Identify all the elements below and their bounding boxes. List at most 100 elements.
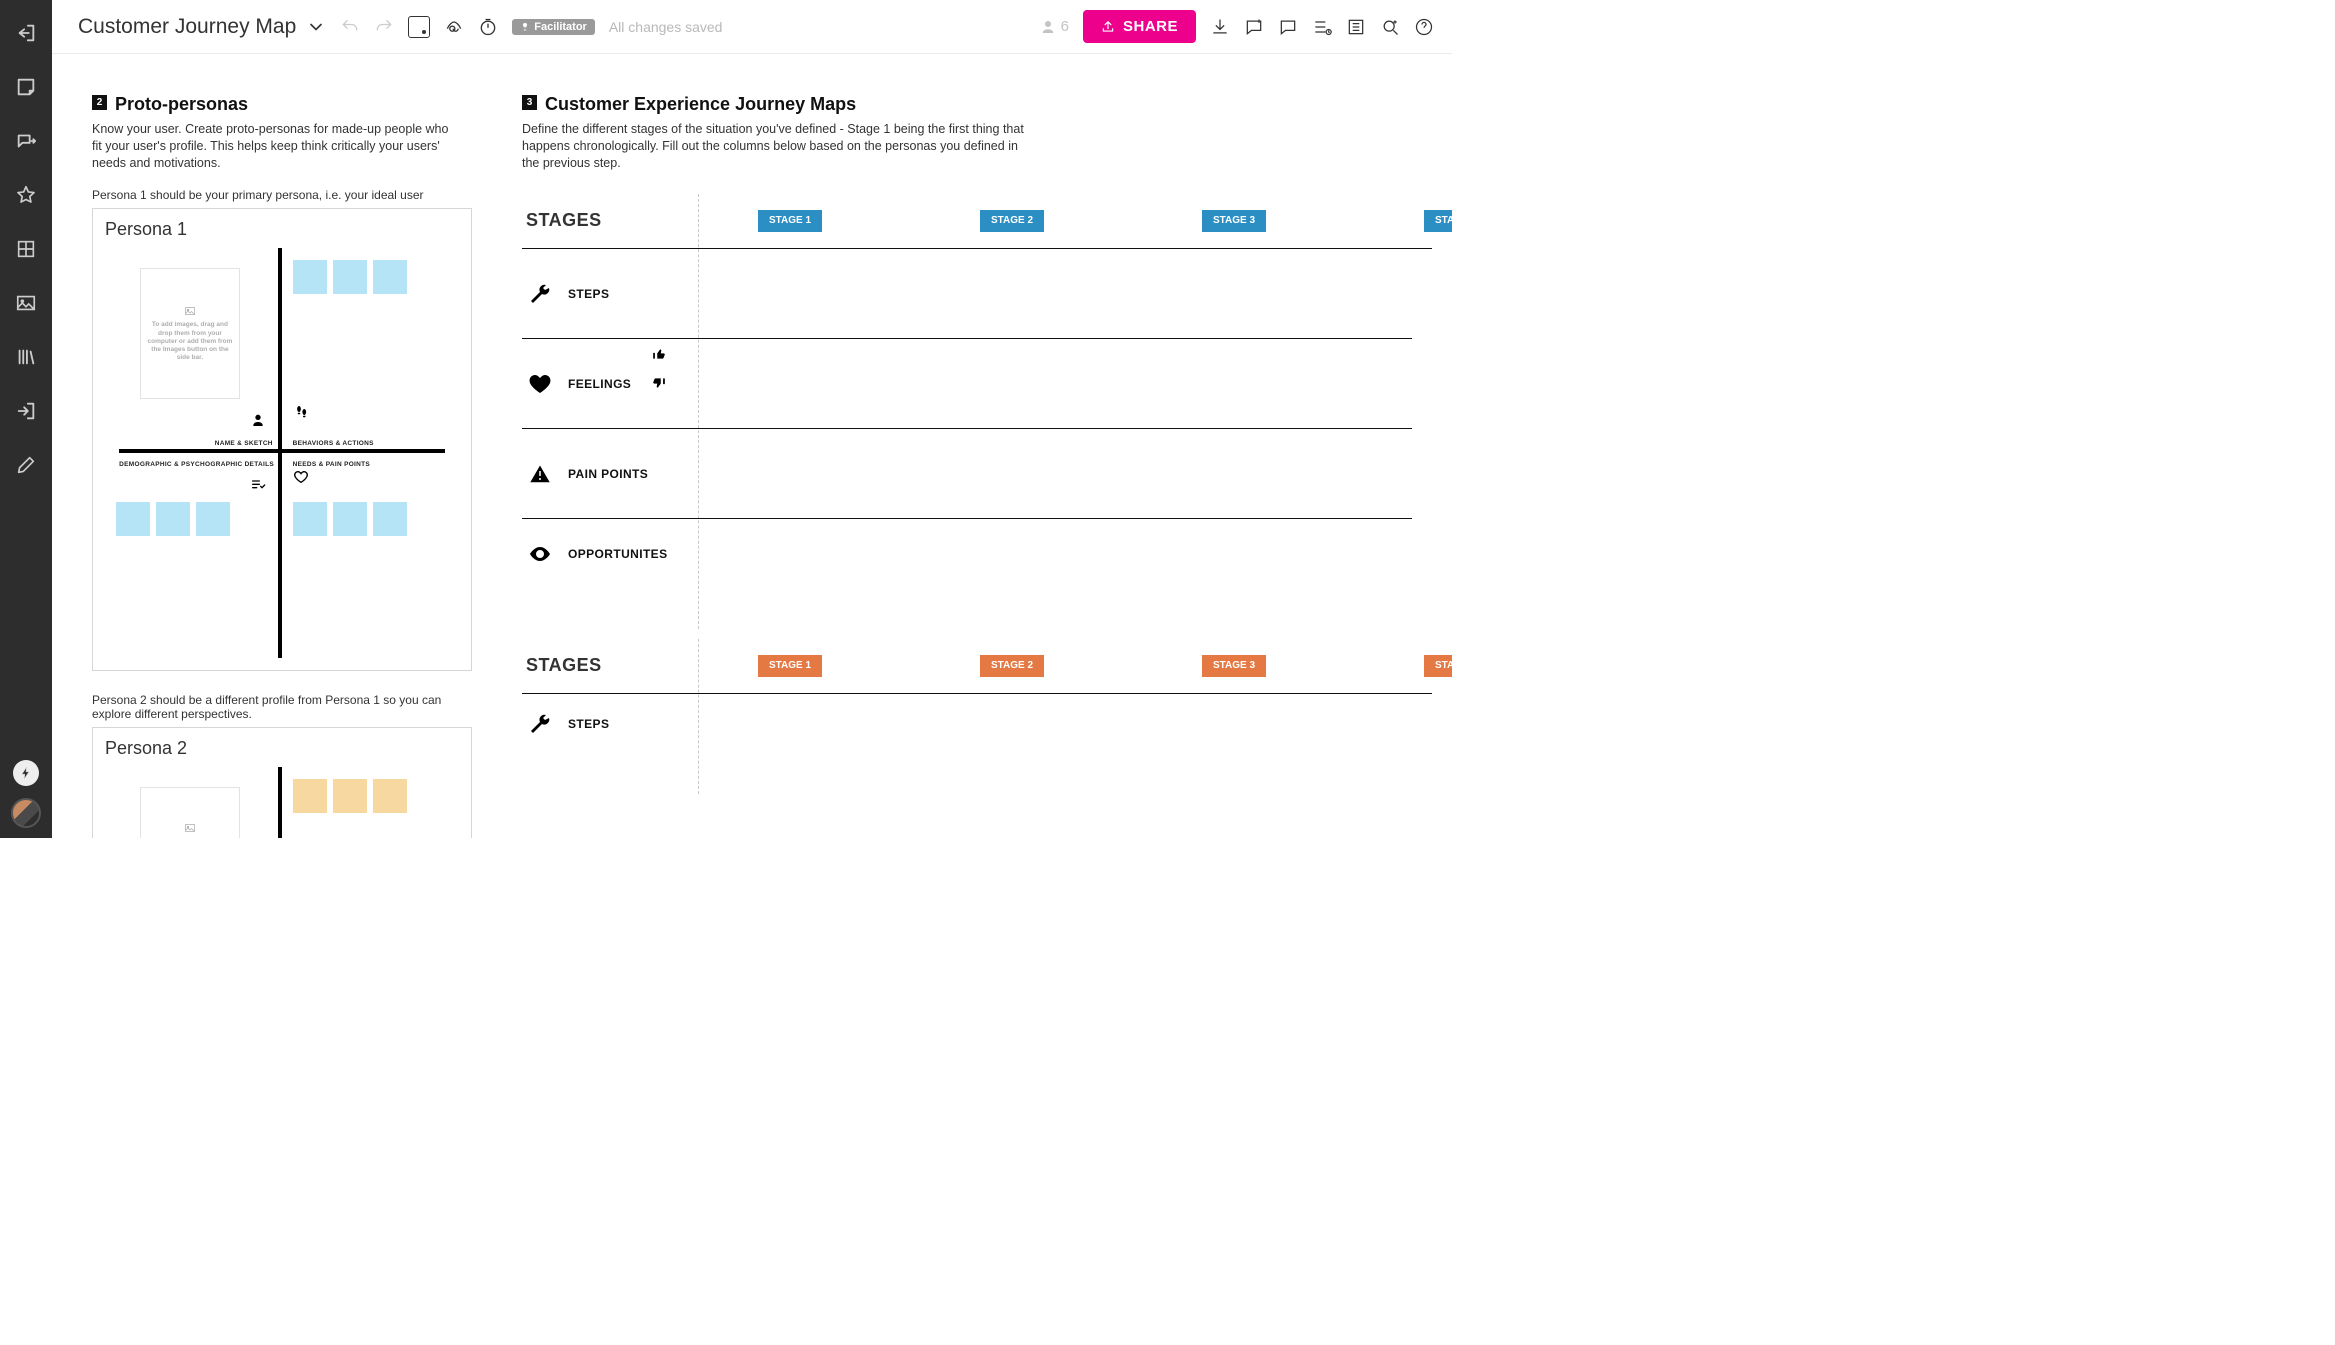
eye-icon — [526, 540, 554, 568]
sticky-note[interactable] — [373, 260, 407, 294]
image-drop-text: To add images, drag and drop them from y… — [147, 321, 232, 362]
facilitator-badge-label: Facilitator — [534, 21, 587, 33]
square-dot-icon[interactable] — [408, 16, 430, 38]
section-desc-personas: Know your user. Create proto-personas fo… — [92, 121, 452, 172]
section-desc-journey: Define the different stages of the situa… — [522, 121, 1032, 172]
journey-section: 3 Customer Experience Journey Maps Defin… — [522, 94, 1452, 838]
image-drop-zone[interactable]: To add images, drag and drop them from y… — [140, 268, 239, 399]
pain-points-label: PAIN POINTS — [568, 467, 648, 481]
canvas[interactable]: 2 Proto-personas Know your user. Create … — [52, 54, 1452, 838]
quad-label-needs: NEEDS & PAIN POINTS — [293, 461, 370, 468]
person-icon — [250, 412, 268, 430]
stage-chip[interactable]: STAGE 2 — [980, 210, 1044, 232]
undo-icon[interactable] — [340, 17, 360, 37]
journey-map-2: STAGES STAGE 1 STAGE 2 STAGE 3 STAGE 4 S… — [522, 639, 1452, 754]
outline-icon[interactable] — [1346, 17, 1366, 37]
activity-icon[interactable] — [1312, 17, 1332, 37]
share-button[interactable]: SHARE — [1083, 10, 1196, 43]
help-icon[interactable] — [1414, 17, 1434, 37]
section-title-journey: 3 Customer Experience Journey Maps — [522, 94, 1452, 115]
stages-row: STAGES STAGE 1 STAGE 2 STAGE 3 STAGE 4 — [522, 194, 1452, 248]
persona1-grid: To add images, drag and drop them from y… — [105, 248, 459, 658]
section-number: 3 — [522, 95, 537, 110]
import-icon[interactable] — [11, 396, 41, 426]
image-icon[interactable] — [11, 288, 41, 318]
library-icon[interactable] — [11, 342, 41, 372]
persona2-hint: Persona 2 should be a different profile … — [92, 693, 472, 721]
user-avatar[interactable] — [11, 798, 41, 828]
facilitator-badge[interactable]: Facilitator — [512, 19, 595, 35]
sticky-note[interactable] — [333, 502, 367, 536]
pain-points-row: PAIN POINTS — [522, 429, 1452, 519]
wrench-icon — [526, 710, 554, 738]
participant-count[interactable]: 6 — [1039, 18, 1069, 36]
stage-chip[interactable]: STAGE 4 — [1424, 210, 1452, 232]
sticky-note[interactable] — [333, 779, 367, 813]
steps-row: STEPS — [522, 694, 1452, 754]
private-mode-icon[interactable] — [444, 17, 464, 37]
chevron-down-icon[interactable] — [306, 17, 326, 37]
stage-chip[interactable]: STAGE 1 — [758, 655, 822, 677]
thumbs-up-icon — [652, 347, 666, 366]
timer-icon[interactable] — [478, 17, 498, 37]
sticky-note[interactable] — [293, 502, 327, 536]
sticky-note[interactable] — [373, 779, 407, 813]
section-number: 2 — [92, 95, 107, 110]
steps-label: STEPS — [568, 717, 609, 731]
download-icon[interactable] — [1210, 17, 1230, 37]
sticky-note[interactable] — [293, 779, 327, 813]
save-status: All changes saved — [609, 19, 723, 35]
sticky-note[interactable] — [333, 260, 367, 294]
journey-map-1: STAGES STAGE 1 STAGE 2 STAGE 3 STAGE 4 S… — [522, 194, 1452, 589]
wrench-icon — [526, 280, 554, 308]
image-drop-zone[interactable]: To add images, drag and drop them from y… — [140, 787, 239, 838]
sticky-note[interactable] — [116, 502, 150, 536]
chat-icon[interactable] — [1278, 17, 1298, 37]
personas-section: 2 Proto-personas Know your user. Create … — [92, 94, 472, 838]
steps-row: STEPS — [522, 249, 1452, 339]
search-plus-icon[interactable] — [1380, 17, 1400, 37]
sticky-note-icon[interactable] — [11, 72, 41, 102]
opportunities-row: OPPORTUNITES — [522, 519, 1452, 589]
persona2-title: Persona 2 — [105, 738, 459, 759]
exit-icon[interactable] — [11, 18, 41, 48]
opportunities-label: OPPORTUNITES — [568, 547, 667, 561]
steps-label: STEPS — [568, 287, 609, 301]
footsteps-icon — [293, 403, 311, 421]
persona1-card[interactable]: Persona 1 To add images, drag and drop t… — [92, 208, 472, 671]
sticky-note[interactable] — [156, 502, 190, 536]
stage-chip[interactable]: STAGE 1 — [758, 210, 822, 232]
chat-plus-icon[interactable] — [1244, 17, 1264, 37]
persona1-title: Persona 1 — [105, 219, 459, 240]
stage-chip[interactable]: STAGE 3 — [1202, 655, 1266, 677]
heart-outline-icon — [293, 469, 311, 487]
left-rail — [0, 0, 52, 838]
share-button-label: SHARE — [1123, 18, 1178, 35]
sticky-note[interactable] — [196, 502, 230, 536]
sticky-note[interactable] — [293, 260, 327, 294]
participant-count-value: 6 — [1061, 18, 1069, 35]
main-area: Customer Journey Map Facilitator All cha… — [52, 0, 1452, 838]
grid-icon[interactable] — [11, 234, 41, 264]
quad-label-behaviors: BEHAVIORS & ACTIONS — [293, 440, 374, 447]
stages-row: STAGES STAGE 1 STAGE 2 STAGE 3 STAGE 4 — [522, 639, 1452, 693]
section-title-text: Customer Experience Journey Maps — [545, 94, 856, 115]
warning-icon — [526, 460, 554, 488]
bolt-icon[interactable] — [13, 760, 39, 786]
stage-chip[interactable]: STAGE 4 — [1424, 655, 1452, 677]
heart-icon — [526, 370, 554, 398]
stage-chip[interactable]: STAGE 3 — [1202, 210, 1266, 232]
persona1-hint: Persona 1 should be your primary persona… — [92, 188, 472, 202]
persona2-card[interactable]: Persona 2 To add images, drag and drop t… — [92, 727, 472, 838]
board-title[interactable]: Customer Journey Map — [78, 15, 296, 39]
sticky-note[interactable] — [373, 502, 407, 536]
star-icon[interactable] — [11, 180, 41, 210]
redo-icon[interactable] — [374, 17, 394, 37]
comment-arrow-icon[interactable] — [11, 126, 41, 156]
pencil-icon[interactable] — [11, 450, 41, 480]
quad-label-demographic: DEMOGRAPHIC & PSYCHOGRAPHIC DETAILS — [119, 461, 274, 468]
stage-chip[interactable]: STAGE 2 — [980, 655, 1044, 677]
section-title-text: Proto-personas — [115, 94, 248, 115]
list-check-icon — [250, 477, 268, 495]
feelings-label: FEELINGS — [568, 377, 631, 391]
